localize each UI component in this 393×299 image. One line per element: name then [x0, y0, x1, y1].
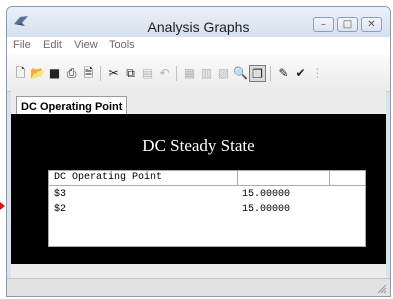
column-header-name: DC Operating Point [54, 172, 163, 183]
menu-edit[interactable]: Edit [43, 39, 62, 51]
new-document-icon[interactable]: 🗋 [12, 65, 29, 82]
save-icon[interactable]: ■ [46, 65, 63, 82]
row-value: 15.00000 [242, 204, 291, 215]
status-bar [7, 278, 390, 296]
grid-icon[interactable]: ▦ [181, 65, 198, 82]
column-divider [237, 171, 238, 185]
analysis-graphs-window: Analysis Graphs – □ ✕ File Edit View Too… [6, 6, 391, 297]
graph-title: DC Steady State [142, 136, 255, 155]
paste-icon[interactable]: ▤ [139, 65, 156, 82]
chart-icon[interactable]: ▧ [215, 65, 232, 82]
undo-icon[interactable]: ↶ [156, 65, 173, 82]
table-header: DC Operating Point [49, 171, 365, 186]
title-bar: Analysis Graphs – □ ✕ [7, 7, 390, 37]
operating-point-table: DC Operating Point $3 15.00000 $2 15.000… [48, 170, 366, 247]
table-icon[interactable]: ▥ [198, 65, 215, 82]
row-name: $2 [54, 204, 67, 215]
probe-icon[interactable]: ✎ [275, 65, 292, 82]
menu-file[interactable]: File [13, 39, 31, 51]
toolbar-separator [176, 66, 177, 81]
menu-bar: File Edit View Tools [7, 37, 390, 55]
graph-area: DC Operating Point DC Steady State DC Op… [11, 91, 386, 281]
more-tools-icon[interactable]: ⋮ [309, 65, 326, 82]
selection-marker [0, 202, 5, 210]
open-folder-icon[interactable]: 📂 [29, 65, 46, 82]
cut-icon[interactable]: ✂ [105, 65, 122, 82]
graph-panel: DC Steady State DC Operating Point $3 15… [11, 114, 386, 264]
overlay-windows-icon[interactable]: ❐ [249, 65, 266, 82]
row-value: 15.00000 [242, 189, 291, 200]
print-preview-icon[interactable]: 🗎 [80, 65, 97, 82]
minimize-button[interactable]: – [313, 17, 334, 32]
minimize-icon: – [321, 19, 326, 30]
maximize-icon: □ [342, 19, 353, 30]
toolbar-separator [100, 66, 101, 81]
close-icon: ✕ [367, 19, 376, 30]
menu-tools[interactable]: Tools [109, 39, 135, 51]
row-name: $3 [54, 189, 67, 200]
column-divider [329, 171, 330, 185]
menu-view[interactable]: View [74, 39, 98, 51]
toolbar: 🗋 📂 ■ ⎙ 🗎 ✂ ⧉ ▤ ↶ ▦ ▥ ▧ 🔍 ❐ ✎ ✔ ⋮ [7, 55, 390, 92]
copy-icon[interactable]: ⧉ [122, 65, 139, 82]
close-button[interactable]: ✕ [361, 17, 382, 32]
resize-grip-icon[interactable] [377, 284, 387, 294]
maximize-button[interactable]: □ [337, 17, 358, 32]
toolbar-separator [270, 66, 271, 81]
zoom-icon[interactable]: 🔍 [232, 65, 249, 82]
print-icon[interactable]: ⎙ [63, 65, 80, 82]
check-mark-icon[interactable]: ✔ [292, 65, 309, 82]
